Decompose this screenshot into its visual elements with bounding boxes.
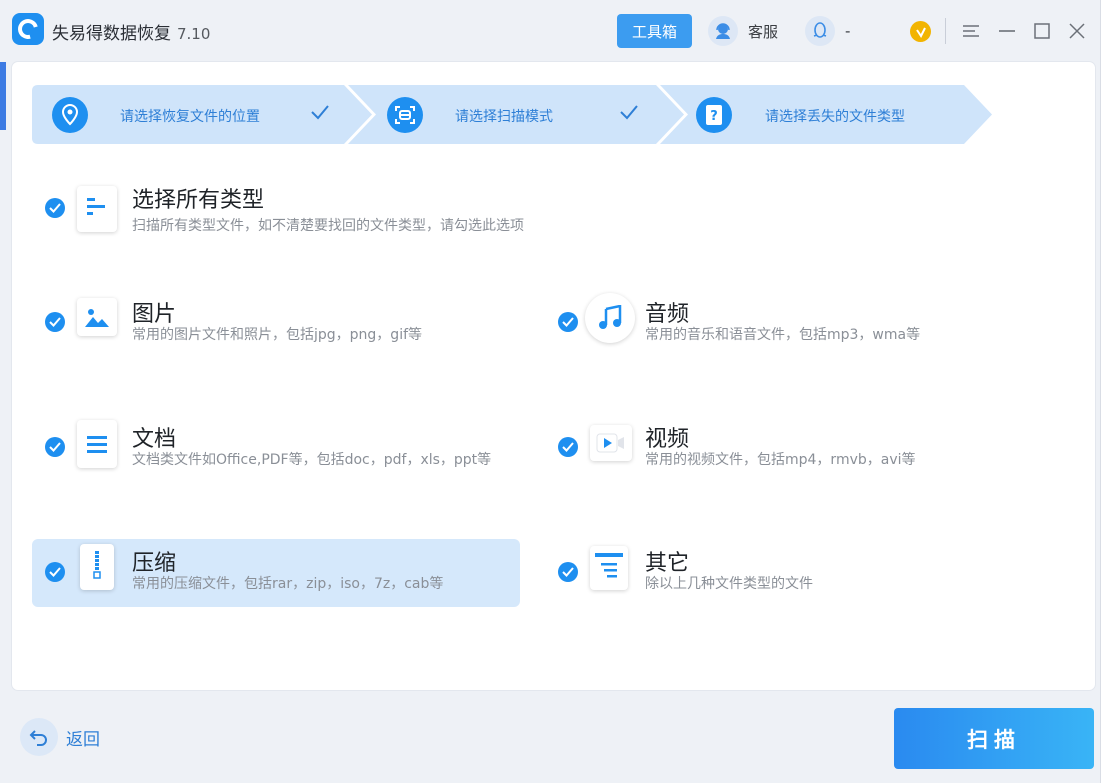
- back-arrow-icon: [20, 718, 58, 756]
- option-description: 文档类文件如Office,PDF等，包括doc，pdf，xls，ppt等: [132, 452, 492, 468]
- qq-penguin-icon: [805, 16, 835, 46]
- checkbox-checked-icon[interactable]: [45, 437, 65, 457]
- checkbox-checked-icon[interactable]: [558, 562, 578, 582]
- checkbox-checked-icon[interactable]: [558, 437, 578, 457]
- app-version: 7.10: [177, 25, 211, 43]
- option-archive[interactable]: 压缩 常用的压缩文件，包括rar，zip，iso，7z，cab等: [32, 539, 520, 607]
- question-icon: ?: [696, 97, 732, 133]
- music-note-icon: [585, 293, 635, 343]
- titlebar-divider: [945, 18, 946, 44]
- option-description: 常用的图片文件和照片，包括jpg，png，gif等: [132, 327, 423, 343]
- back-button[interactable]: 返回: [20, 718, 100, 756]
- option-all-types[interactable]: 选择所有类型 扫描所有类型文件，如不清楚要找回的文件类型，请勾选此选项: [32, 178, 592, 246]
- option-video[interactable]: 视频 常用的视频文件，包括mp4，rmvb，avi等: [545, 415, 1065, 483]
- option-audio[interactable]: 音频 常用的音乐和语音文件，包括mp3，wma等: [545, 290, 1065, 358]
- document-icon: [77, 420, 117, 468]
- menu-icon[interactable]: [960, 20, 982, 42]
- option-documents[interactable]: 文档 文档类文件如Office,PDF等，包括doc，pdf，xls，ppt等: [32, 415, 520, 483]
- maximize-icon[interactable]: [1031, 20, 1053, 42]
- app-title: 失易得数据恢复 7.10: [52, 19, 210, 44]
- background-window-edge-left: [0, 60, 6, 130]
- toolbox-button[interactable]: 工具箱: [617, 14, 692, 48]
- scan-button[interactable]: 扫描: [894, 708, 1094, 769]
- all-types-icon: [77, 186, 117, 232]
- zip-archive-icon: [80, 544, 114, 590]
- title-bar: 失易得数据恢复 7.10 工具箱 客服 -: [0, 0, 1100, 62]
- close-icon[interactable]: [1066, 20, 1088, 42]
- steps-progress: 请选择恢复文件的位置 请选择扫描模式 ? 请选择丢失的文件类型: [32, 85, 992, 144]
- svg-text:?: ?: [710, 109, 718, 124]
- option-description: 常用的音乐和语音文件，包括mp3，wma等: [645, 327, 921, 343]
- option-title: 选择所有类型: [132, 188, 265, 213]
- app-logo-icon: [12, 13, 44, 45]
- qq-button[interactable]: -: [805, 16, 850, 46]
- qq-label: -: [845, 22, 851, 40]
- checkbox-checked-icon[interactable]: [45, 562, 65, 582]
- option-description: 扫描所有类型文件，如不清楚要找回的文件类型，请勾选此选项: [132, 218, 524, 234]
- customer-service-icon: [708, 16, 738, 46]
- vip-badge-icon[interactable]: [910, 21, 931, 42]
- step-2-check-icon: [620, 105, 638, 120]
- step-1-check-icon: [311, 105, 329, 120]
- step-3-label: 请选择丢失的文件类型: [765, 109, 905, 125]
- location-pin-icon: [52, 97, 88, 133]
- customer-service-label: 客服: [748, 22, 779, 41]
- minimize-icon[interactable]: [996, 20, 1018, 42]
- video-camera-icon: [590, 425, 632, 461]
- image-icon: [77, 298, 117, 336]
- back-label: 返回: [66, 729, 100, 750]
- option-other[interactable]: 其它 除以上几种文件类型的文件: [545, 539, 1065, 607]
- option-description: 常用的压缩文件，包括rar，zip，iso，7z，cab等: [132, 576, 444, 592]
- checkbox-checked-icon[interactable]: [45, 312, 65, 332]
- step-1-label: 请选择恢复文件的位置: [120, 109, 260, 125]
- app-name: 失易得数据恢复: [52, 24, 171, 44]
- other-files-icon: [590, 546, 628, 590]
- step-2-label: 请选择扫描模式: [455, 109, 553, 125]
- option-description: 常用的视频文件，包括mp4，rmvb，avi等: [645, 452, 916, 468]
- customer-service-button[interactable]: 客服: [708, 16, 778, 46]
- option-description: 除以上几种文件类型的文件: [645, 576, 813, 592]
- checkbox-checked-icon[interactable]: [558, 312, 578, 332]
- scan-icon: [387, 97, 423, 133]
- option-images[interactable]: 图片 常用的图片文件和照片，包括jpg，png，gif等: [32, 290, 520, 358]
- background-window-edge: [1100, 0, 1108, 783]
- checkbox-checked-icon[interactable]: [45, 198, 65, 218]
